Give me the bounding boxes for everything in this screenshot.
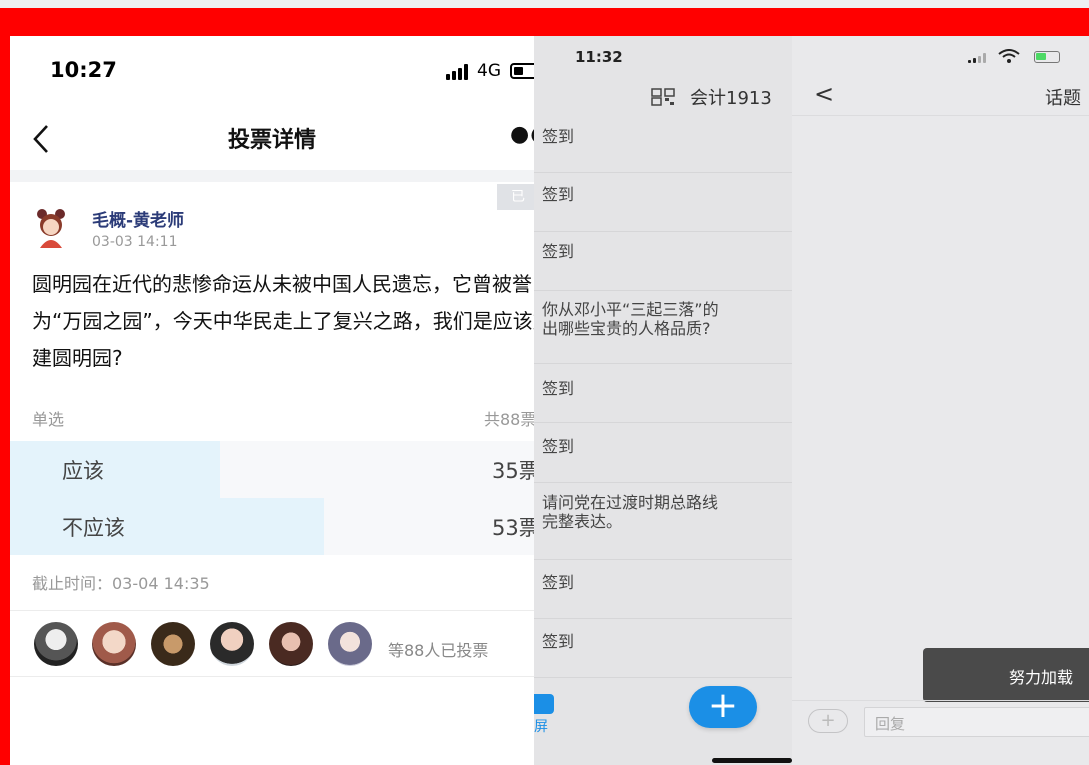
list-item-text: 签到: [542, 379, 575, 398]
top-strip: [0, 0, 1089, 8]
option-progress-fill: [10, 441, 220, 498]
add-button[interactable]: +: [689, 686, 757, 728]
topic-panel: < 话题 努力加载 + 回复: [792, 36, 1089, 765]
page-title: 投票详情: [227, 128, 316, 153]
signal-icon: [968, 53, 992, 63]
list-item[interactable]: 签到: [534, 114, 792, 173]
reply-input[interactable]: 回复: [864, 707, 1089, 737]
list-item[interactable]: 你从邓小平“三起三落”的 出哪些宝贵的人格品质?: [534, 291, 792, 364]
divider: [10, 610, 534, 611]
list-item-text: 签到: [542, 242, 575, 261]
status-bar: 11:32: [534, 36, 792, 76]
nav-bar: 投票详情 ●●: [10, 106, 534, 168]
home-indicator: [712, 758, 792, 763]
list-item[interactable]: 签到: [534, 560, 792, 619]
class-list-panel: 11:32 会计1913 签到 签到 签到 你从邓小平“三起三落”的 出哪些宝贵…: [534, 36, 792, 765]
battery-icon: [510, 63, 534, 79]
more-dots-icon[interactable]: ●●: [510, 122, 534, 147]
toast-text: 努力加载: [1009, 668, 1074, 687]
list-item[interactable]: 签到: [534, 619, 792, 678]
option-count: 35票: [492, 459, 534, 483]
class-header: 会计1913: [534, 76, 792, 114]
reply-bar: + 回复: [792, 700, 1089, 765]
vote-total: 共88票: [484, 410, 534, 429]
list-item[interactable]: 签到: [534, 173, 792, 232]
add-attachment-button[interactable]: +: [808, 709, 848, 733]
status-bar: [792, 36, 1089, 76]
author-name[interactable]: 毛概-黄老师: [92, 206, 184, 231]
status-bar: 10:27 4G: [10, 36, 534, 106]
list-item-text: 签到: [542, 185, 575, 204]
divider: [10, 676, 534, 677]
option-label: 不应该: [62, 516, 125, 540]
screen-tab-label: 屏: [534, 719, 548, 735]
option-progress-fill: [10, 498, 325, 555]
qr-code-icon[interactable]: [651, 88, 675, 106]
avatar: [151, 622, 195, 666]
list-item[interactable]: 签到: [534, 232, 792, 291]
network-label: 4G: [477, 61, 501, 81]
list-item-text: 签到: [542, 573, 575, 592]
loading-toast: 努力加载: [923, 648, 1089, 702]
post-date: 03-03 14:11: [92, 234, 178, 250]
screen-tab-icon: [534, 694, 554, 714]
avatar: [210, 622, 254, 666]
avatar: [37, 209, 65, 248]
voted-count[interactable]: 等88人已投票: [388, 637, 488, 661]
list-item-text: 你从邓小平“三起三落”的 出哪些宝贵的人格品质?: [542, 300, 719, 338]
avatar: [92, 622, 136, 666]
status-time: 10:27: [50, 58, 117, 82]
vote-mode: 单选: [32, 410, 65, 429]
status-badge: 已结: [497, 184, 534, 231]
screen-tab[interactable]: 屏: [534, 694, 554, 736]
avatar: [328, 622, 372, 666]
deadline: 截止时间：03-04 14:35: [32, 574, 210, 593]
battery-icon: [1034, 51, 1060, 63]
page-title: 话题: [1045, 88, 1081, 109]
list-item[interactable]: 签到: [534, 423, 792, 483]
vote-detail-panel: 10:27 4G 投票详情 ●● 已结 毛概-黄老师 03-03 14:11 圆…: [10, 36, 534, 765]
signal-icon: [446, 64, 470, 80]
list-item-text: 签到: [542, 127, 575, 146]
status-time: 11:32: [575, 48, 623, 66]
class-name: 会计1913: [690, 88, 772, 109]
avatar: [269, 622, 313, 666]
option-label: 应该: [62, 459, 104, 483]
vote-question: 圆明园在近代的悲惨命运从未被中国人民遗忘，它曾被誉为“万园之园”，今天中华民走上…: [32, 272, 534, 370]
vote-option-yes[interactable]: 应该 35票: [10, 441, 534, 498]
vote-option-no[interactable]: 不应该 53票: [10, 498, 534, 555]
avatar: [34, 622, 78, 666]
list-item-text: 请问党在过渡时期总路线 完整表达。: [542, 493, 719, 531]
wifi-icon: [998, 49, 1020, 63]
list-item[interactable]: 签到: [534, 364, 792, 423]
list-item[interactable]: 请问党在过渡时期总路线 完整表达。: [534, 483, 792, 560]
option-count: 53票: [492, 516, 534, 540]
list-item-text: 签到: [542, 437, 575, 456]
nav-bar: < 话题: [792, 76, 1089, 116]
section-divider: [10, 170, 534, 182]
list-item-text: 签到: [542, 632, 575, 651]
back-button[interactable]: <: [814, 80, 834, 108]
